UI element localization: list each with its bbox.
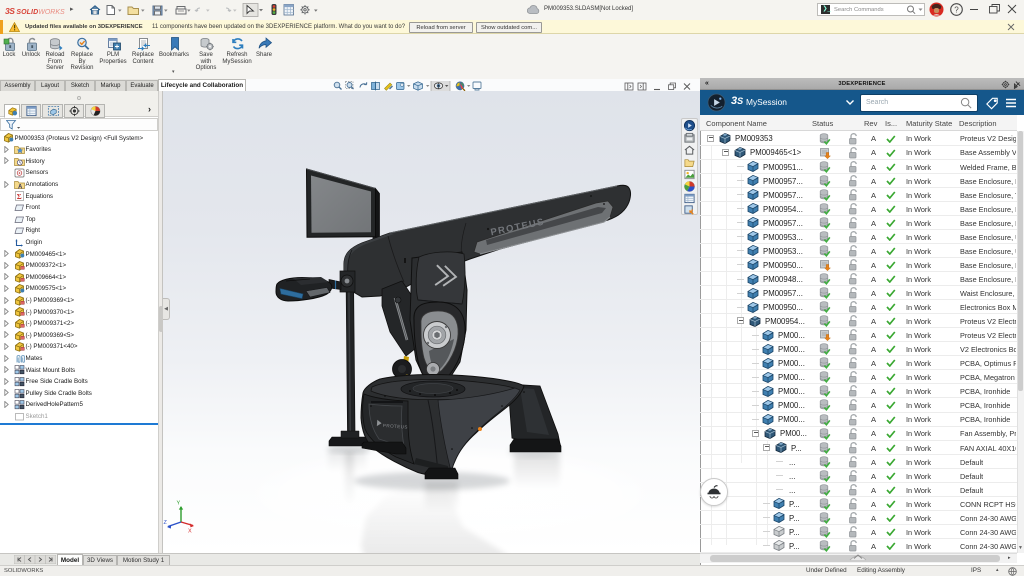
svg-text:X: X [188, 529, 192, 535]
svg-text:A: A [18, 184, 23, 190]
svg-text:Y: Y [177, 501, 181, 507]
svg-text:Σ: Σ [16, 192, 21, 201]
svg-text:?: ? [954, 5, 959, 14]
svg-text:Z: Z [164, 520, 168, 526]
